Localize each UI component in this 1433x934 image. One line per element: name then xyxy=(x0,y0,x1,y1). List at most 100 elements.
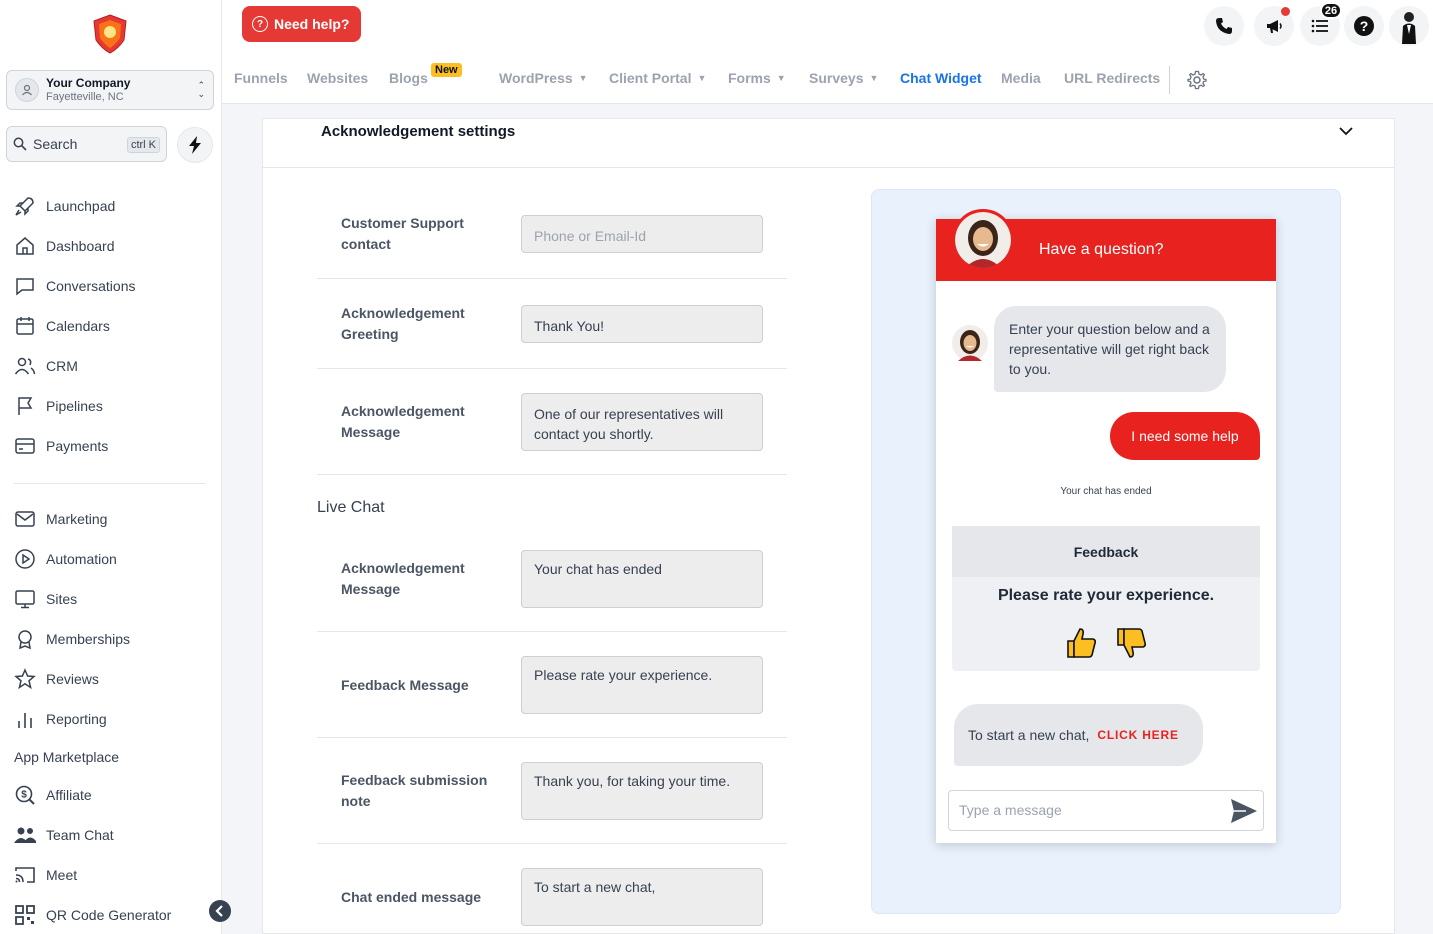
send-icon[interactable] xyxy=(1229,797,1259,825)
sidebar-item-qr-code-generator[interactable]: QR Code Generator xyxy=(14,903,171,927)
acknowledgement-greeting-input[interactable]: Thank You! xyxy=(521,305,763,343)
bar-chart-icon xyxy=(18,713,32,728)
tab-label: Media xyxy=(1001,70,1041,86)
chat-widget-preview: Have a question? Enter your question bel… xyxy=(936,209,1276,843)
field-label: Acknowledgement Message xyxy=(341,403,465,440)
row-divider xyxy=(317,843,787,844)
chevron-down-icon: ▼ xyxy=(578,73,588,83)
user-avatar[interactable] xyxy=(1389,6,1429,46)
live-chat-acknowledgement-message-input[interactable]: Your chat has ended xyxy=(521,550,763,608)
tab-client-portal[interactable]: Client Portal ▼ xyxy=(609,70,706,86)
sub-navigation: Funnels Websites Blogs New WordPress ▼ Cl… xyxy=(222,56,1433,104)
field-label: Feedback submission note xyxy=(341,772,488,809)
tab-label: Surveys xyxy=(809,70,864,86)
thumbs-down-icon[interactable] xyxy=(1114,626,1148,660)
mail-icon xyxy=(15,511,35,527)
sidebar-item-affiliate[interactable]: $ Affiliate xyxy=(14,783,92,807)
announcements-button[interactable] xyxy=(1254,6,1294,46)
field-label: Chat ended message xyxy=(341,889,482,905)
sidebar-item-label: Pipelines xyxy=(46,398,103,414)
need-help-button[interactable]: ? Need help? xyxy=(242,6,361,42)
tab-wordpress[interactable]: WordPress ▼ xyxy=(499,70,588,86)
tasks-button[interactable]: 26 xyxy=(1300,2,1342,46)
chat-ended-message-input[interactable]: To start a new chat, xyxy=(521,868,763,926)
quick-actions-button[interactable] xyxy=(177,127,213,163)
cast-icon xyxy=(15,867,35,883)
tab-websites[interactable]: Websites xyxy=(307,70,368,86)
sidebar-item-reporting[interactable]: Reporting xyxy=(14,707,107,731)
tab-url-redirects[interactable]: URL Redirects xyxy=(1064,70,1160,86)
sidebar-item-label: Conversations xyxy=(46,278,136,294)
sidebar-item-reviews[interactable]: Reviews xyxy=(14,667,99,691)
sidebar-item-sites[interactable]: Sites xyxy=(14,587,77,611)
calendar-icon xyxy=(16,317,34,335)
search-label: Search xyxy=(33,136,78,152)
sidebar-divider xyxy=(14,483,206,484)
tab-blogs[interactable]: Blogs xyxy=(389,70,428,86)
sidebar-item-meet[interactable]: Meet xyxy=(14,863,77,887)
monitor-icon xyxy=(15,590,35,609)
svg-text:?: ? xyxy=(1360,18,1369,34)
megaphone-icon xyxy=(1267,20,1282,33)
tab-label: Blogs xyxy=(389,70,428,86)
sidebar-item-label: Dashboard xyxy=(46,238,115,254)
sidebar-collapse-button[interactable] xyxy=(209,900,231,922)
sidebar-item-label: Calendars xyxy=(46,318,110,334)
sidebar-item-app-marketplace[interactable]: App Marketplace xyxy=(14,749,119,765)
tab-label: WordPress xyxy=(499,70,573,86)
tab-media[interactable]: Media xyxy=(1001,70,1041,86)
chat-bubble-icon xyxy=(16,278,34,296)
tab-label: Forms xyxy=(728,70,771,86)
tab-separator xyxy=(1169,66,1170,94)
notification-count-badge: 26 xyxy=(1320,2,1342,19)
widget-header-title: Have a question? xyxy=(1039,241,1164,258)
feedback-message-input[interactable]: Please rate your experience. xyxy=(521,656,763,714)
sidebar-item-launchpad[interactable]: Launchpad xyxy=(14,194,115,218)
sidebar-item-memberships[interactable]: Memberships xyxy=(14,627,130,651)
customer-support-contact-input[interactable]: Phone or Email-Id xyxy=(521,215,763,253)
sidebar-item-conversations[interactable]: Conversations xyxy=(14,274,136,298)
message-input[interactable]: Type a message xyxy=(948,790,1264,831)
acknowledgement-message-input[interactable]: One of our representatives will contact … xyxy=(521,393,763,451)
click-here-link[interactable]: CLICK HERE xyxy=(1097,728,1178,742)
company-switcher[interactable]: Your Company Fayetteville, NC ⌃ ⌄ xyxy=(6,70,214,110)
tab-chat-widget[interactable]: Chat Widget xyxy=(900,70,982,86)
feedback-submission-note-input[interactable]: Thank you, for taking your time. xyxy=(521,762,763,820)
sidebar-item-label: Reporting xyxy=(46,711,107,727)
sidebar-item-label: Reviews xyxy=(46,671,99,687)
sidebar-item-pipelines[interactable]: Pipelines xyxy=(14,394,103,418)
tab-forms[interactable]: Forms ▼ xyxy=(728,70,786,86)
sidebar-item-dashboard[interactable]: Dashboard xyxy=(14,234,115,258)
gear-icon[interactable] xyxy=(1187,70,1207,90)
sidebar-item-calendars[interactable]: Calendars xyxy=(14,314,110,338)
company-name: Your Company xyxy=(46,76,131,90)
home-icon xyxy=(16,237,34,255)
tab-label: URL Redirects xyxy=(1064,70,1161,86)
flag-icon xyxy=(18,397,33,415)
thumbs-up-icon[interactable] xyxy=(1064,626,1098,660)
brand-logo[interactable] xyxy=(92,14,128,54)
sidebar-item-automation[interactable]: Automation xyxy=(14,547,117,571)
tab-surveys[interactable]: Surveys ▼ xyxy=(809,70,878,86)
sidebar-item-label: Memberships xyxy=(46,631,131,647)
tab-label: Funnels xyxy=(234,70,288,86)
tab-funnels[interactable]: Funnels xyxy=(234,70,288,86)
help-center-button[interactable]: ? xyxy=(1344,6,1384,46)
search-button[interactable]: Search ctrl K xyxy=(6,126,167,162)
sidebar-item-label: Meet xyxy=(46,867,78,883)
row-divider xyxy=(317,631,787,632)
chevron-down-icon[interactable] xyxy=(1338,123,1354,139)
svg-text:$: $ xyxy=(21,790,27,801)
agent-photo-icon xyxy=(955,212,1011,268)
sidebar-item-payments[interactable]: Payments xyxy=(14,434,108,458)
phone-button[interactable] xyxy=(1204,6,1244,46)
sidebar-item-label: Marketing xyxy=(46,511,108,527)
sidebar-item-crm[interactable]: CRM xyxy=(14,354,78,378)
sidebar-item-marketing[interactable]: Marketing xyxy=(14,507,107,531)
sidebar-item-label: Team Chat xyxy=(46,827,114,843)
sidebar-item-team-chat[interactable]: Team Chat xyxy=(14,823,114,847)
tab-label: Client Portal xyxy=(609,70,692,86)
agent-small-avatar xyxy=(952,325,988,361)
row-divider xyxy=(317,278,787,279)
award-icon xyxy=(18,630,32,650)
